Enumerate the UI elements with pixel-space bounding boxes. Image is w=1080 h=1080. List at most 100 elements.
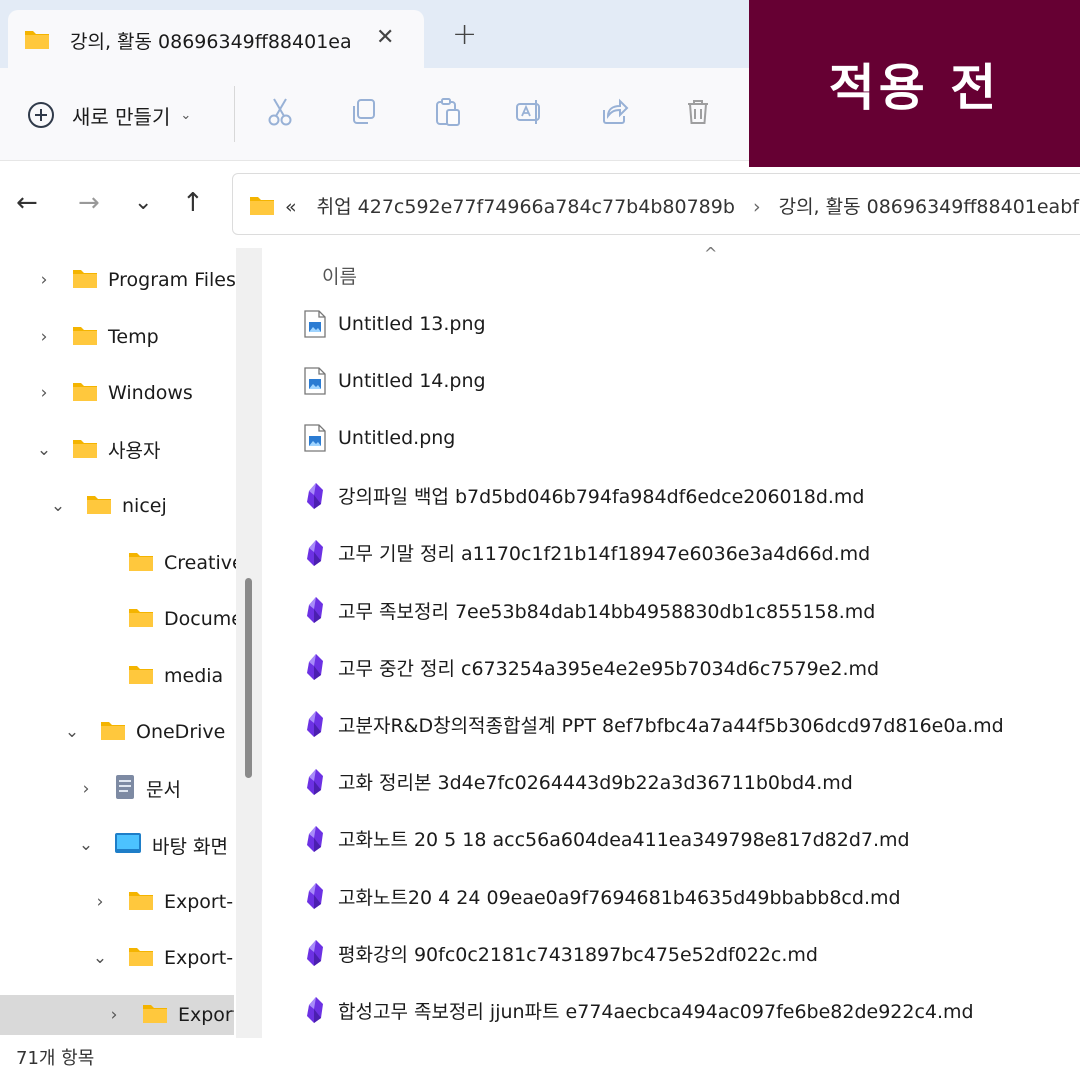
sidebar-item-label: Temp [108, 325, 159, 348]
chevron-down-icon[interactable]: ⌄ [48, 496, 68, 516]
sidebar-item-label: Export- [164, 947, 234, 969]
obsidian-file-icon [300, 709, 330, 739]
obsidian-file-icon [300, 595, 330, 625]
chevron-down-icon[interactable]: ⌄ [90, 948, 110, 968]
address-bar[interactable]: « 취업 427c592e77f74966a784c77b4b80789b › … [232, 173, 1080, 235]
chevron-right-icon[interactable]: › [76, 779, 96, 799]
sort-ascending-icon: ^ [704, 244, 718, 263]
file-row[interactable]: Untitled 14.png [300, 359, 1080, 403]
new-tab-button[interactable]: + [452, 20, 477, 50]
breadcrumb-overflow[interactable]: « [285, 196, 297, 218]
file-row[interactable]: 고화노트 20 5 18 acc56a604dea411ea349798e817… [300, 817, 1080, 861]
obsidian-file-icon [300, 995, 330, 1025]
up-button[interactable]: ↑ [182, 188, 204, 218]
sidebar-item[interactable]: ⌄ Export- [0, 938, 236, 978]
file-name: 고분자R&D창의적종합설계 PPT 8ef7bfbc4a7a44f5b306dc… [338, 714, 1004, 737]
sidebar-item[interactable]: › Export [0, 994, 234, 1035]
sidebar-item[interactable]: › Windows [0, 373, 236, 413]
image-file-icon [300, 423, 330, 453]
sidebar-item[interactable]: Creative Cloud Files [0, 543, 236, 583]
sidebar-item-label: 사용자 [108, 440, 161, 462]
folder-icon [249, 194, 275, 220]
folder-icon [128, 663, 154, 689]
file-row[interactable]: 평화강의 90fc0c2181c7431897bc475e52df022c.md [300, 931, 1080, 975]
chevron-down-icon[interactable]: ⌄ [76, 835, 96, 855]
delete-icon[interactable] [682, 96, 714, 128]
file-row[interactable]: 고무 족보정리 7ee53b84dab14bb4958830db1c855158… [300, 588, 1080, 632]
folder-icon [72, 437, 98, 463]
tab-active[interactable]: 강의, 활동 08696349ff88401ea ✕ [8, 10, 424, 68]
file-row[interactable]: 강의파일 백업 b7d5bd046b794fa984df6edce206018d… [300, 474, 1080, 518]
copy-icon[interactable] [348, 96, 380, 128]
close-icon[interactable]: ✕ [376, 26, 394, 50]
nav-scrollbar-thumb[interactable] [245, 578, 252, 778]
breadcrumb-item[interactable]: 취업 427c592e77f74966a784c77b4b80789b [317, 196, 735, 218]
chevron-down-icon[interactable]: ⌄ [62, 722, 82, 742]
file-name: 고화노트 20 5 18 acc56a604dea411ea349798e817… [338, 829, 910, 852]
sidebar-item[interactable]: › Temp [0, 317, 236, 357]
sidebar-item[interactable]: › Export- [0, 882, 236, 922]
file-name: 고무 중간 정리 c673254a395e4e2e95b7034d6c7579e… [338, 657, 880, 680]
file-name: 합성고무 족보정리 jjun파트 e774aecbca494ac097fe6be… [338, 1000, 974, 1023]
image-file-icon [300, 309, 330, 339]
sidebar-item[interactable]: media [0, 656, 236, 696]
chevron-right-icon[interactable]: › [34, 383, 54, 403]
new-button[interactable]: 새로 만들기 ⌄ [28, 98, 191, 132]
chevron-right-icon[interactable]: › [104, 1005, 124, 1025]
sidebar-item[interactable]: ⌄ OneDrive [0, 712, 236, 752]
folder-icon [128, 606, 154, 632]
sidebar-item[interactable]: ⌄ nicej [0, 486, 236, 526]
sidebar-item[interactable]: ⌄ 사용자 [0, 430, 236, 470]
status-bar: 71개 항목 [0, 1038, 1080, 1080]
file-row[interactable]: 합성고무 족보정리 jjun파트 e774aecbca494ac097fe6be… [300, 988, 1080, 1032]
file-name: 고화 정리본 3d4e7fc0264443d9b22a3d36711b0bd4.… [338, 772, 853, 795]
forward-button[interactable]: → [78, 188, 100, 218]
navigation-pane: › Program Files › Temp › Windows ⌄ 사용자 ⌄ nicej Cre… [0, 248, 262, 1038]
sidebar-item[interactable]: ⌄ 바탕 화면 [0, 825, 236, 865]
documents-icon [114, 774, 136, 804]
file-name: Untitled 13.png [338, 313, 486, 335]
sidebar-item[interactable]: › Program Files [0, 260, 236, 300]
cut-icon[interactable] [264, 96, 296, 128]
paste-icon[interactable] [432, 96, 464, 128]
file-row[interactable]: 고무 중간 정리 c673254a395e4e2e95b7034d6c7579e… [300, 645, 1080, 689]
file-row[interactable]: Untitled.png [300, 416, 1080, 460]
file-row[interactable]: Untitled 13.png [300, 302, 1080, 346]
obsidian-file-icon [300, 767, 330, 797]
folder-icon [72, 324, 98, 350]
sidebar-item[interactable]: › 문서 [0, 769, 236, 809]
chevron-down-icon[interactable]: ⌄ [34, 440, 54, 460]
share-icon[interactable] [598, 96, 630, 128]
recent-locations-button[interactable]: ⌄ [134, 188, 152, 218]
sidebar-item[interactable]: Documents [0, 599, 236, 639]
sidebar-item-label: Creative Cloud Files [164, 551, 236, 574]
file-name: 고무 족보정리 7ee53b84dab14bb4958830db1c855158… [338, 600, 876, 623]
folder-icon [72, 267, 98, 293]
breadcrumb-item[interactable]: 강의, 활동 08696349ff88401eabf3eb [779, 196, 1080, 218]
sidebar-item-label: Windows [108, 382, 193, 404]
chevron-right-icon[interactable]: › [34, 270, 54, 290]
image-file-icon [300, 366, 330, 396]
sidebar-item-label: media [164, 664, 224, 687]
obsidian-file-icon [300, 652, 330, 682]
file-row[interactable]: 고무 기말 정리 a1170c1f21b14f18947e6036e3a4d66… [300, 531, 1080, 575]
file-name: 고무 기말 정리 a1170c1f21b14f18947e6036e3a4d66… [338, 543, 871, 566]
file-name: 고화노트20 4 24 09eae0a9f7694681b4635d49bbab… [338, 886, 901, 909]
file-row[interactable]: 고화노트20 4 24 09eae0a9f7694681b4635d49bbab… [300, 874, 1080, 918]
tab-title: 강의, 활동 08696349ff88401ea [70, 31, 352, 53]
toolbar-divider [234, 86, 235, 142]
file-row[interactable]: 고화 정리본 3d4e7fc0264443d9b22a3d36711b0bd4.… [300, 760, 1080, 804]
rename-icon[interactable] [514, 96, 546, 128]
obsidian-file-icon [300, 481, 330, 511]
chevron-down-icon: ⌄ [180, 107, 192, 123]
folder-icon [128, 889, 154, 915]
file-row[interactable]: 고분자R&D창의적종합설계 PPT 8ef7bfbc4a7a44f5b306dc… [300, 702, 1080, 746]
item-count: 71개 항목 [16, 1048, 95, 1069]
chevron-right-icon[interactable]: › [90, 892, 110, 912]
back-button[interactable]: ← [16, 188, 38, 218]
folder-icon [72, 380, 98, 406]
sidebar-item-label: Export [178, 1003, 234, 1026]
column-header-name[interactable]: 이름 [322, 262, 357, 289]
chevron-right-icon[interactable]: › [753, 196, 761, 218]
chevron-right-icon[interactable]: › [34, 327, 54, 347]
